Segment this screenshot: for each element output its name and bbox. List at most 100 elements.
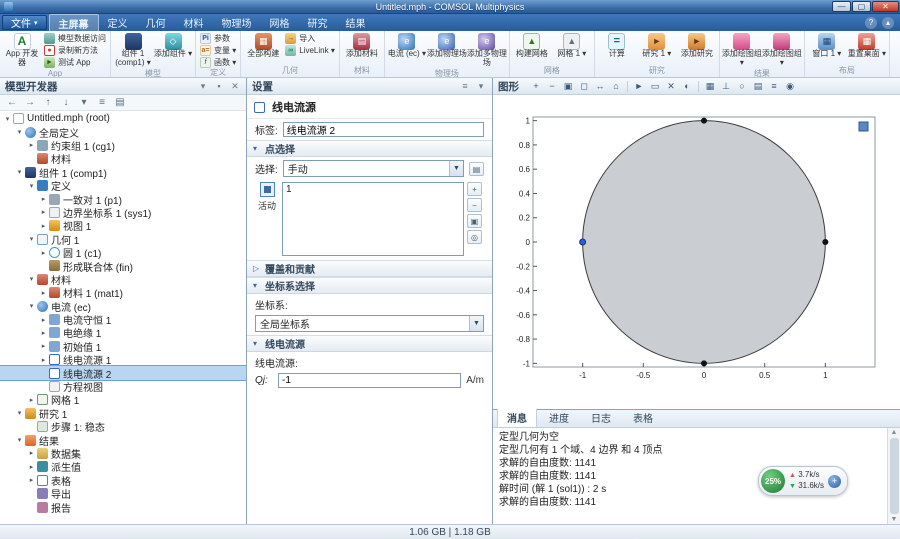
add-selection-button[interactable]: +: [467, 182, 482, 196]
tree-expander-icon[interactable]: ▾: [15, 409, 24, 417]
axes-icon[interactable]: ⊥: [719, 80, 733, 93]
copy-selection-button[interactable]: ▣: [467, 214, 482, 228]
ribbon-button[interactable]: ● 录制新方法: [42, 45, 108, 56]
select-icon[interactable]: ►: [632, 80, 646, 93]
close-button[interactable]: ✕: [872, 1, 899, 12]
back-icon[interactable]: ←: [6, 97, 18, 108]
ribbon-button[interactable]: = 计算: [597, 32, 637, 66]
tree-item[interactable]: ▸ 电流守恒 1: [0, 313, 246, 327]
ribbon-button[interactable]: 模型数据访问: [42, 33, 108, 44]
deselect-icon[interactable]: ✕: [664, 80, 678, 93]
ribbon-button[interactable]: 添加绘图组 ▾: [762, 32, 802, 69]
pan-icon[interactable]: ↔: [593, 80, 607, 93]
camera-icon[interactable]: ◉: [783, 80, 797, 93]
ribbon-button[interactable]: ◇ 添加组件 ▾: [153, 32, 193, 69]
section-line-current-source[interactable]: ▾ 线电流源: [247, 335, 492, 352]
ribbon-button[interactable]: a= 变量 ▾: [198, 45, 238, 56]
tree-item[interactable]: ▾ 几何 1: [0, 233, 246, 247]
ribbon-tab[interactable]: 研究: [299, 14, 337, 31]
tree-item[interactable]: ▾ Untitled.mph (root): [0, 112, 246, 125]
move-up-icon[interactable]: ↑: [42, 97, 54, 108]
grid-icon[interactable]: ▦: [703, 80, 717, 93]
scroll-up-icon[interactable]: ▲: [891, 429, 898, 436]
ribbon-button[interactable]: ▤ 添加材料: [342, 32, 382, 66]
ribbon-button[interactable]: Pi 参数: [198, 33, 238, 44]
tree-item[interactable]: ▸ 初始值 1: [0, 340, 246, 354]
tree-item[interactable]: ▾ 研究 1: [0, 407, 246, 421]
tree-expander-icon[interactable]: ▸: [39, 222, 48, 230]
tree-expander-icon[interactable]: ▸: [27, 463, 36, 471]
tree-expander-icon[interactable]: ▸: [39, 208, 48, 216]
tree-item[interactable]: ▸ 边界坐标系 1 (sys1): [0, 206, 246, 220]
tree-expander-icon[interactable]: ▸: [27, 141, 36, 149]
settings-more-icon[interactable]: ▾: [475, 81, 487, 92]
ribbon-button[interactable]: f 函数 ▾: [198, 57, 238, 68]
tree-item[interactable]: ▾ 电流 (ec): [0, 299, 246, 314]
show-options-icon[interactable]: ▾: [78, 97, 90, 108]
tree-item[interactable]: ▸ 视图 1: [0, 219, 246, 233]
tree-item[interactable]: 报告: [0, 500, 246, 515]
tree-item[interactable]: 步骤 1: 稳态: [0, 420, 246, 434]
tree-item[interactable]: ▸ 数据集: [0, 447, 246, 461]
tree-expander-icon[interactable]: ▾: [15, 436, 24, 444]
ribbon-tab[interactable]: 定义: [99, 14, 137, 31]
panel-menu-icon[interactable]: ▾: [197, 81, 209, 92]
tree-expander-icon[interactable]: ▸: [27, 396, 36, 404]
ribbon-tab[interactable]: 结果: [337, 14, 375, 31]
tree-expander-icon[interactable]: ▸: [39, 342, 48, 350]
expand-monitor-button[interactable]: +: [828, 474, 841, 488]
selection-list-item[interactable]: 1: [286, 184, 460, 197]
section-coordinate-system[interactable]: ▾ 坐标系选择: [247, 277, 492, 294]
tree-expander-icon[interactable]: ▸: [39, 329, 48, 337]
ribbon-button[interactable]: ▲ 网格 1 ▾: [552, 32, 592, 66]
tree-expander-icon[interactable]: ▾: [15, 168, 24, 176]
ribbon-tab[interactable]: 主屏幕: [48, 14, 99, 31]
tree-item[interactable]: ▸ 派生值: [0, 460, 246, 474]
tree-expander-icon[interactable]: ▸: [39, 195, 48, 203]
go-to-default-view-icon[interactable]: ⌂: [609, 80, 623, 93]
selection-list[interactable]: 1: [282, 182, 464, 256]
vertex-point[interactable]: [701, 117, 707, 124]
geometry-plot[interactable]: -1 -0.5 0 0.5 1 1 0.8 0.6 0.4 0.2 0 -0.2 -0.4 -0.6 -0.…: [505, 109, 887, 385]
tree-item[interactable]: 导出: [0, 487, 246, 501]
ribbon-button[interactable]: ► 测试 App: [42, 57, 108, 68]
tree-expander-icon[interactable]: ▸: [39, 289, 48, 297]
active-toggle-button[interactable]: [259, 182, 275, 197]
ribbon-button[interactable]: A App 开发器: [2, 32, 42, 69]
zoom-selection-button[interactable]: ◎: [467, 230, 482, 244]
ribbon-button[interactable]: ▲ 构建网格: [512, 32, 552, 66]
tree-item[interactable]: 材料: [0, 152, 246, 166]
panel-collapse-icon[interactable]: ▪: [213, 81, 225, 92]
file-menu-button[interactable]: 文件 ▾: [2, 15, 47, 30]
box-select-icon[interactable]: ▭: [648, 80, 662, 93]
tree-item[interactable]: ▾ 组件 1 (comp1): [0, 166, 246, 180]
tree-item[interactable]: 方程视图: [0, 380, 246, 394]
ribbon-button[interactable]: ► 添加研究: [677, 32, 717, 66]
zoom-out-icon[interactable]: −: [545, 80, 559, 93]
tree-item[interactable]: ▾ 结果: [0, 433, 246, 448]
tree-expander-icon[interactable]: ▸: [27, 449, 36, 457]
help-icon[interactable]: ?: [865, 16, 877, 29]
transparency-icon[interactable]: ◐: [680, 80, 694, 93]
ribbon-tab[interactable]: 网格: [261, 14, 299, 31]
tree-item[interactable]: ▸ 一致对 1 (p1): [0, 192, 246, 207]
ribbon-tab[interactable]: 几何: [137, 14, 175, 31]
tree-expander-icon[interactable]: ▸: [39, 316, 48, 324]
ribbon-button[interactable]: ∞ LiveLink ▾: [283, 45, 337, 56]
zoom-extents-icon[interactable]: ▣: [561, 80, 575, 93]
tree-expander-icon[interactable]: ▾: [15, 128, 24, 136]
tree-item[interactable]: 形成联合体 (fin): [0, 259, 246, 274]
restore-button[interactable]: ▢: [852, 1, 871, 12]
plot-area[interactable]: -1 -0.5 0 0.5 1 1 0.8 0.6 0.4 0.2 0 -0.2 -0.4 -0.6 -0.…: [493, 95, 900, 409]
minimize-button[interactable]: —: [832, 1, 851, 12]
label-input[interactable]: [282, 122, 484, 137]
tree-expander-icon[interactable]: ▾: [27, 302, 36, 310]
selected-vertex-point[interactable]: [579, 238, 587, 246]
tree-expander-icon[interactable]: ▾: [27, 182, 36, 190]
messages-tab[interactable]: 表格: [623, 407, 663, 427]
ribbon-tab[interactable]: 材料: [175, 14, 213, 31]
ribbon-button[interactable]: ► 研究 1 ▾: [637, 32, 677, 66]
qj-input[interactable]: [278, 373, 462, 388]
forward-icon[interactable]: →: [24, 97, 36, 108]
zoom-box-icon[interactable]: ◻: [577, 80, 591, 93]
